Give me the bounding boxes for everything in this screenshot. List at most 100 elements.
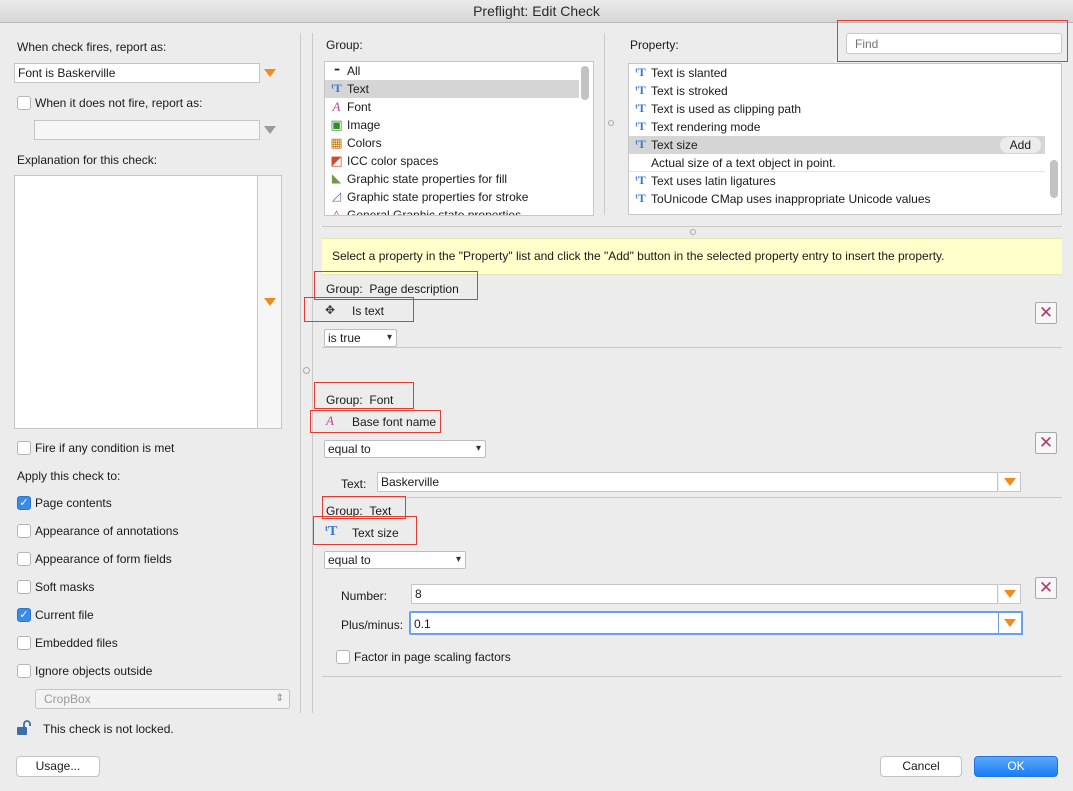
text-icon: ᵗT bbox=[635, 173, 646, 187]
apply-item-checkbox[interactable] bbox=[17, 524, 31, 538]
condition-1-property: Is text bbox=[352, 304, 385, 318]
lock-icon[interactable] bbox=[16, 720, 32, 736]
hint-bar: Select a property in the "Property" list… bbox=[322, 238, 1062, 275]
condition-3-operator-select[interactable]: equal to bbox=[324, 551, 466, 569]
group-list-item[interactable]: ᵗT Text bbox=[325, 80, 579, 98]
font-icon: A bbox=[332, 99, 341, 114]
property-list-item[interactable]: ᵗT Text uses latin ligatures bbox=[629, 172, 1045, 190]
property-list-scrollbar[interactable] bbox=[1050, 160, 1058, 198]
condition-2-group-label: Group: Font bbox=[326, 393, 394, 407]
condition-3-number-label: Number: bbox=[341, 589, 388, 603]
splitter-handle[interactable] bbox=[303, 367, 310, 374]
apply-item-checkbox[interactable] bbox=[17, 496, 31, 510]
group-list-item[interactable]: ▦ Colors bbox=[325, 134, 579, 152]
condition-2-text-input[interactable]: Baskerville bbox=[377, 472, 998, 492]
property-list-item[interactable]: ᵗT ToUnicode CMap uses inappropriate Unic… bbox=[629, 190, 1045, 208]
explanation-textarea[interactable] bbox=[14, 175, 258, 429]
not-fire-dropdown-button[interactable] bbox=[260, 120, 280, 140]
find-input[interactable] bbox=[846, 33, 1062, 54]
cancel-button[interactable]: Cancel bbox=[880, 756, 962, 777]
usage-button[interactable]: Usage... bbox=[16, 756, 100, 777]
factor-scaling-checkbox[interactable] bbox=[336, 650, 350, 664]
property-list-item-label: Text rendering mode bbox=[651, 120, 761, 134]
splitter-handle[interactable] bbox=[690, 229, 696, 235]
condition-divider bbox=[322, 676, 1062, 677]
group-list-item[interactable]: ◣ Graphic state properties for fill bbox=[325, 170, 579, 188]
stroke-icon: ◿ bbox=[331, 189, 342, 203]
dots-icon: ••• bbox=[334, 67, 339, 74]
text-icon: ᵗT bbox=[635, 101, 646, 115]
property-description: Actual size of a text object in point. bbox=[629, 154, 1045, 172]
explanation-dropdown-button[interactable] bbox=[258, 175, 282, 429]
apply-item-checkbox[interactable] bbox=[17, 608, 31, 622]
condition-divider bbox=[322, 497, 1062, 498]
group-list-item[interactable]: ◩ ICC color spaces bbox=[325, 152, 579, 170]
top-splitter[interactable] bbox=[322, 226, 1062, 227]
group-list-item[interactable]: ◿ Graphic state properties for stroke bbox=[325, 188, 579, 206]
condition-1-operator-select[interactable]: is true bbox=[324, 329, 397, 347]
text-icon: ᵗT bbox=[325, 524, 338, 539]
property-list-item[interactable]: ᵗT Text size Add bbox=[629, 136, 1045, 154]
condition-1-group-label: Group: Page description bbox=[326, 282, 459, 296]
left-splitter[interactable] bbox=[300, 33, 301, 713]
apply-item-checkbox[interactable] bbox=[17, 552, 31, 566]
apply-item-label: Current file bbox=[35, 608, 94, 622]
group-list-item[interactable]: ◬ General Graphic state properties bbox=[325, 206, 579, 215]
property-list[interactable]: ᵗT Text is slanted ᵗT Text is stroked ᵗT Text… bbox=[628, 63, 1062, 215]
group-list-item[interactable]: ▣ Image bbox=[325, 116, 579, 134]
property-list-item[interactable]: ᵗT Text is stroked bbox=[629, 82, 1045, 100]
remove-condition-1-button[interactable]: ✕ bbox=[1035, 302, 1057, 324]
not-fire-field[interactable] bbox=[34, 120, 260, 140]
property-list-item[interactable]: ᵗT Text is used as clipping path bbox=[629, 100, 1045, 118]
condition-3-plusminus-dropdown[interactable] bbox=[999, 611, 1023, 635]
text-icon: ᵗT bbox=[331, 81, 342, 95]
group-list-item-label: ICC color spaces bbox=[347, 154, 439, 168]
ok-button[interactable]: OK bbox=[974, 756, 1058, 777]
group-list-item-label: Image bbox=[347, 118, 381, 132]
group-list-scrollbar[interactable] bbox=[581, 66, 589, 100]
group-list-item[interactable]: A Font bbox=[325, 98, 579, 116]
chevron-down-icon bbox=[1003, 478, 1016, 486]
group-list-item-label: Graphic state properties for stroke bbox=[347, 190, 529, 204]
not-fire-checkbox[interactable] bbox=[17, 96, 31, 110]
text-icon: ᵗT bbox=[635, 137, 646, 151]
property-list-item-label: ToUnicode CMap uses inappropriate Unicod… bbox=[651, 192, 931, 206]
report-as-field[interactable]: Font is Baskerville bbox=[14, 63, 260, 83]
property-list-item-label: Text is slanted bbox=[651, 66, 728, 80]
fire-any-checkbox[interactable] bbox=[17, 441, 31, 455]
group-list-item-label: Text bbox=[347, 82, 370, 96]
explanation-label: Explanation for this check: bbox=[17, 153, 158, 167]
apply-item-checkbox[interactable] bbox=[17, 636, 31, 650]
remove-condition-2-button[interactable]: ✕ bbox=[1035, 432, 1057, 454]
chevron-down-icon bbox=[264, 69, 276, 77]
condition-2-property: Base font name bbox=[352, 415, 437, 429]
condition-3-property: Text size bbox=[352, 526, 399, 540]
group-label: Group: bbox=[326, 38, 363, 52]
property-list-item[interactable]: ᵗT Text rendering mode bbox=[629, 118, 1045, 136]
property-list-item[interactable]: ᵗT Text is slanted bbox=[629, 64, 1045, 82]
font-icon: A bbox=[326, 413, 334, 428]
group-list-item[interactable]: ••• All bbox=[325, 62, 579, 80]
condition-3-number-dropdown[interactable] bbox=[999, 584, 1021, 604]
condition-3-number-input[interactable]: 8 bbox=[411, 584, 998, 604]
updown-icon: ⇕ bbox=[275, 693, 284, 704]
text-icon: ᵗT bbox=[635, 83, 646, 97]
remove-condition-3-button[interactable]: ✕ bbox=[1035, 577, 1057, 599]
splitter-handle[interactable] bbox=[608, 120, 614, 126]
apply-item-checkbox[interactable] bbox=[17, 664, 31, 678]
property-list-item-label: Text uses latin ligatures bbox=[651, 174, 776, 188]
group-list[interactable]: ••• All ᵗT Text A Font ▣ Image ▦ Colors ◩ ICC color… bbox=[324, 61, 594, 216]
cropbox-select[interactable]: CropBox ⇕ bbox=[35, 689, 290, 709]
apply-item-label: Soft masks bbox=[35, 580, 95, 594]
fill-icon: ◣ bbox=[331, 171, 342, 185]
group-list-item-label: Graphic state properties for fill bbox=[347, 172, 508, 186]
icc-icon: ◩ bbox=[330, 153, 343, 168]
condition-2-operator-select[interactable]: equal to bbox=[324, 440, 486, 458]
report-as-dropdown-button[interactable] bbox=[260, 63, 280, 83]
condition-3-plusminus-input[interactable]: 0.1 bbox=[409, 611, 1000, 635]
apply-item-checkbox[interactable] bbox=[17, 580, 31, 594]
add-property-button[interactable]: Add bbox=[999, 137, 1041, 153]
condition-2-text-dropdown[interactable] bbox=[999, 472, 1021, 492]
middle-splitter[interactable] bbox=[604, 33, 605, 215]
chevron-down-icon bbox=[1004, 619, 1016, 627]
